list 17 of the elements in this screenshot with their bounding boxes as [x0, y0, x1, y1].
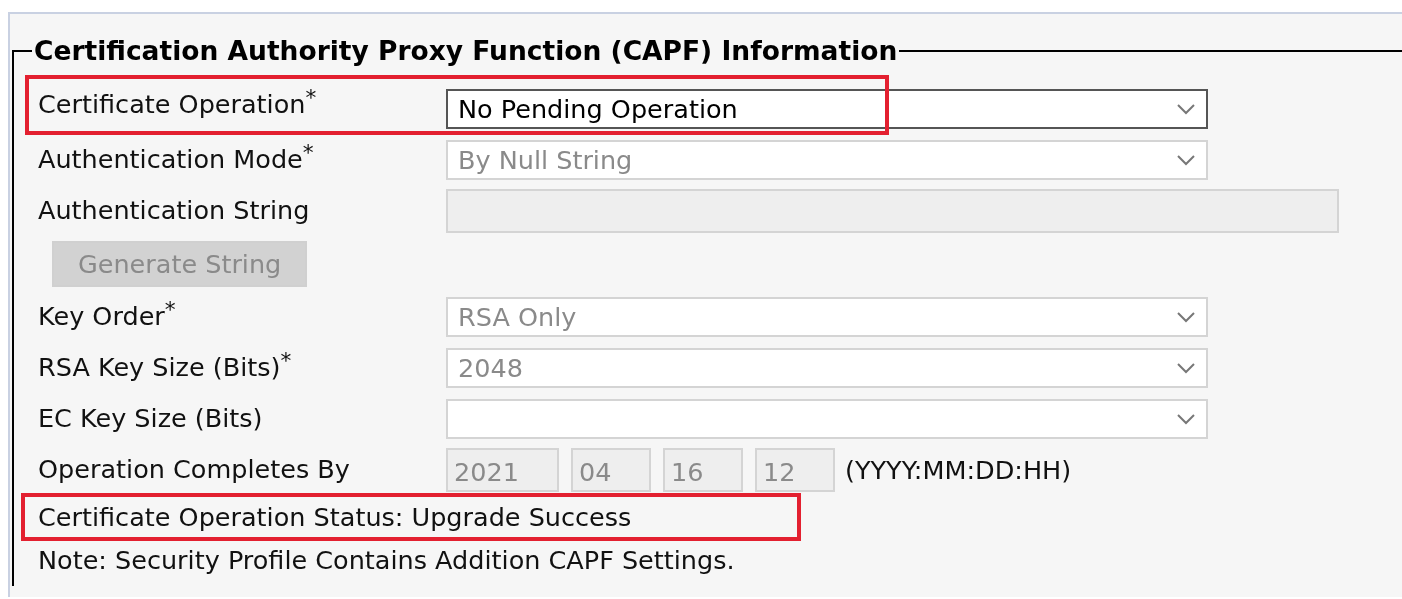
section-title: Certification Authority Proxy Function (CAPF) Information — [33, 36, 899, 66]
chevron-icon — [1176, 361, 1196, 374]
field-label: EC Key Size (Bits) — [37, 405, 264, 432]
field-label: Operation Completes By — [37, 456, 351, 483]
note-text: Note: Security Profile Contains Addition CAPF Settings. — [37, 548, 735, 574]
field-label: Authentication String — [37, 197, 311, 224]
field-label: Key Order$^{*}$ — [37, 303, 177, 330]
field-label: Certificate Operation$^{*}$ — [37, 91, 318, 118]
chevron-icon — [1176, 153, 1196, 166]
chevron-icon — [1176, 310, 1196, 323]
field-label: RSA Key Size (Bits)$^{*}$ — [37, 354, 293, 381]
status-text: Certificate Operation Status: Upgrade Success — [37, 505, 632, 531]
format-hint: (YYYY:MM:DD:HH) — [845, 453, 1072, 487]
chevron-icon — [1176, 412, 1196, 425]
dropdown[interactable]: No Pending Operation — [446, 88, 1208, 129]
chevron-icon — [1176, 102, 1196, 115]
field-label: Authentication Mode$^{*}$ — [37, 146, 315, 173]
